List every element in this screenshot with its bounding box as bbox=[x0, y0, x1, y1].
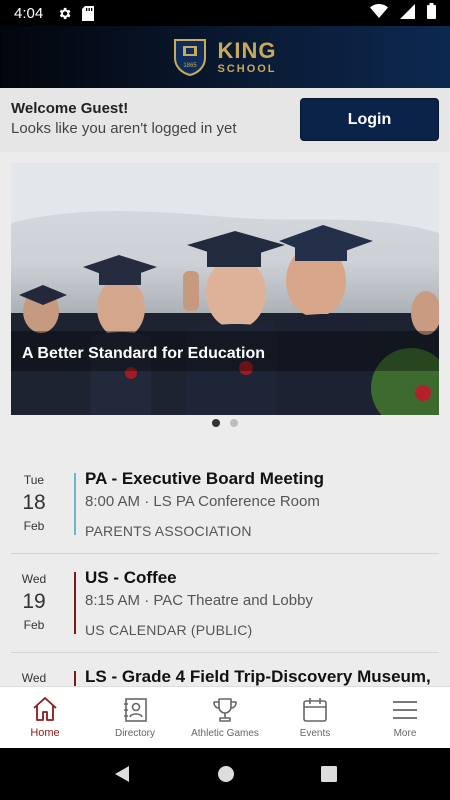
event-day: 18 bbox=[22, 491, 46, 514]
event-time-location: 8:15 AM · PAC Theatre and Lobby bbox=[85, 592, 313, 609]
hero-carousel[interactable]: A Better Standard for Education bbox=[11, 163, 439, 415]
event-item[interactable]: Tue 18 Feb PA - Executive Board Meeting … bbox=[11, 455, 439, 554]
school-logo: 1865 KING SCHOOL bbox=[173, 38, 276, 76]
event-title: US - Coffee bbox=[85, 568, 177, 587]
carousel-dot-2[interactable] bbox=[230, 419, 238, 427]
battery-icon bbox=[427, 3, 436, 23]
event-date: Wed 19 Feb bbox=[11, 572, 57, 632]
menu-icon bbox=[393, 701, 417, 719]
trophy-icon bbox=[213, 698, 237, 722]
event-title: LS - Grade 4 Field Trip-Discovery Museum… bbox=[85, 667, 431, 686]
logo-king-text: KING bbox=[217, 37, 277, 63]
logo-school-text: SCHOOL bbox=[217, 62, 277, 75]
event-weekday: Wed bbox=[21, 572, 47, 586]
hero-caption: A Better Standard for Education bbox=[22, 345, 265, 362]
event-date: Tue 18 Feb bbox=[11, 473, 57, 533]
welcome-banner: Welcome Guest! Looks like you aren't log… bbox=[0, 88, 450, 152]
gear-icon bbox=[57, 6, 72, 21]
tab-label: Athletic Games bbox=[191, 728, 259, 739]
tab-more[interactable]: More bbox=[360, 687, 450, 748]
status-bar: 4:04 bbox=[0, 0, 450, 26]
wifi-icon bbox=[370, 4, 388, 22]
home-icon bbox=[33, 697, 57, 721]
system-nav-bar bbox=[0, 748, 450, 800]
event-date: Wed bbox=[11, 671, 57, 685]
event-title: PA - Executive Board Meeting bbox=[85, 469, 324, 488]
graduates-photo bbox=[11, 163, 439, 415]
login-button[interactable]: Login bbox=[300, 98, 439, 141]
calendar-icon bbox=[303, 698, 327, 722]
directory-icon bbox=[124, 698, 147, 722]
event-weekday: Wed bbox=[21, 671, 47, 685]
carousel-indicator bbox=[0, 419, 450, 427]
tab-label: Home bbox=[30, 727, 60, 739]
event-calendar-color-bar bbox=[74, 473, 76, 535]
event-day: 19 bbox=[22, 590, 46, 613]
event-calendar-name: PARENTS ASSOCIATION bbox=[85, 523, 252, 539]
crest-year: 1865 bbox=[184, 63, 198, 69]
tab-label: Events bbox=[299, 728, 331, 739]
event-month: Feb bbox=[23, 618, 45, 632]
event-weekday: Tue bbox=[23, 473, 45, 487]
crest-icon: 1865 bbox=[174, 39, 207, 76]
sd-card-icon bbox=[82, 5, 95, 21]
bottom-tab-bar: Home Directory Athletic Games Events Mor… bbox=[0, 686, 450, 748]
app-header: 1865 KING SCHOOL bbox=[0, 26, 450, 88]
tab-home[interactable]: Home bbox=[0, 687, 90, 748]
status-time: 4:04 bbox=[14, 4, 44, 22]
tab-athletic-games[interactable]: Athletic Games bbox=[180, 687, 270, 748]
back-icon[interactable] bbox=[113, 765, 131, 783]
event-month: Feb bbox=[23, 519, 45, 533]
tab-label: More bbox=[393, 728, 417, 739]
event-time-location: 8:00 AM · LS PA Conference Room bbox=[85, 493, 320, 510]
tab-label: Directory bbox=[114, 728, 155, 739]
event-calendar-color-bar bbox=[74, 572, 76, 634]
tab-events[interactable]: Events bbox=[270, 687, 360, 748]
carousel-dot-1[interactable] bbox=[212, 419, 220, 427]
home-button-icon[interactable] bbox=[217, 765, 235, 783]
event-item[interactable]: Wed 19 Feb US - Coffee 8:15 AM · PAC The… bbox=[11, 554, 439, 653]
tab-directory[interactable]: Directory bbox=[90, 687, 180, 748]
event-calendar-name: US CALENDAR (PUBLIC) bbox=[85, 622, 253, 638]
recents-icon[interactable] bbox=[321, 766, 337, 782]
signal-icon bbox=[400, 3, 415, 23]
